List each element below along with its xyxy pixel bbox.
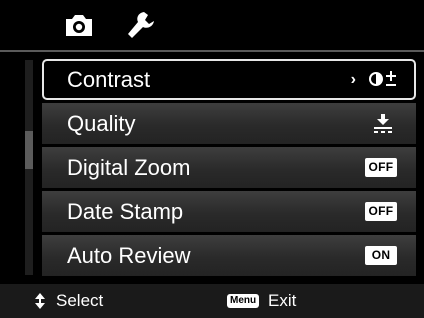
menu-item-quality[interactable]: Quality [42,103,416,144]
submenu-arrow-icon: › [350,71,356,88]
menu-item-label: Quality [67,111,136,136]
scrollbar-thumb[interactable] [25,131,33,169]
status-badge: ON [365,246,397,265]
menu-item-contrast[interactable]: Contrast › [42,59,416,100]
wrench-icon[interactable] [123,8,157,42]
contrast-adjust-icon [368,69,398,89]
menu-item-label: Digital Zoom [67,155,191,180]
top-tab-bar [0,0,424,50]
menu-key-icon: Menu [227,294,260,308]
menu-item-auto-review[interactable]: Auto Review ON [42,235,416,276]
exit-hint-label: Exit [268,291,297,310]
status-badge: OFF [365,202,397,221]
settings-menu: Contrast › Quality Digital Zoom OFF Date… [42,59,416,279]
menu-item-digital-zoom[interactable]: Digital Zoom OFF [42,147,416,188]
camera-icon[interactable] [62,8,96,42]
menu-item-label: Auto Review [67,243,191,268]
quality-fine-icon [372,113,394,135]
tab-divider [0,50,424,52]
status-badge: OFF [365,158,397,177]
menu-item-label: Date Stamp [67,199,184,224]
select-hint-label: Select [56,291,104,310]
menu-item-date-stamp[interactable]: Date Stamp OFF [42,191,416,232]
menu-item-label: Contrast [67,67,151,92]
footer-hint-bar: Select Menu Exit [0,284,424,318]
scrollbar[interactable] [25,60,33,275]
up-down-arrows-icon [31,292,49,310]
